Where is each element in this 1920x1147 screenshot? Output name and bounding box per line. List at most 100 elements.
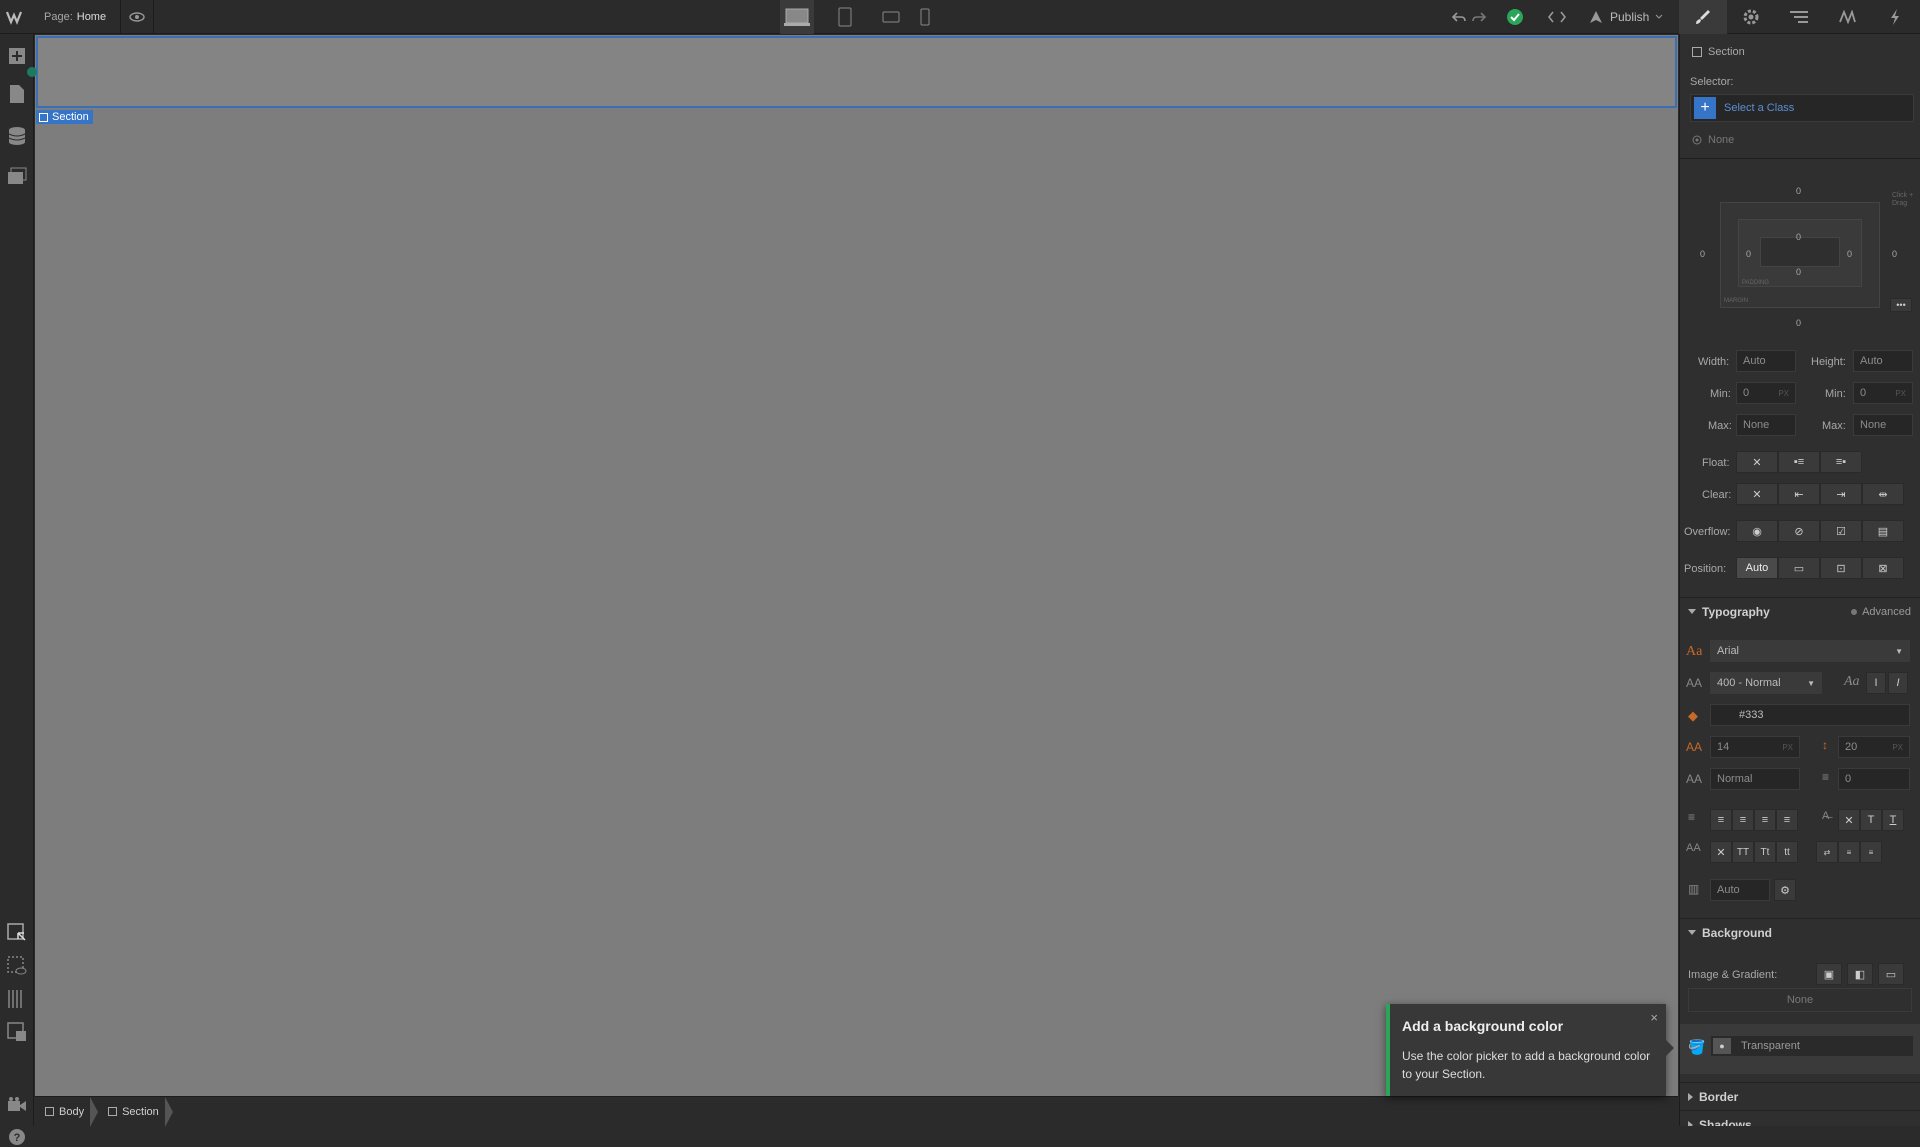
clear-left-button[interactable]: ⇤ — [1778, 483, 1820, 505]
min-height-input[interactable]: 0 PX — [1853, 382, 1913, 404]
mobile-landscape-view-icon[interactable] — [876, 0, 906, 34]
font-size-input[interactable]: 14 PX — [1710, 736, 1800, 758]
mobile-portrait-view-icon[interactable] — [912, 0, 938, 34]
min-width-input[interactable]: 0 PX — [1736, 382, 1796, 404]
clear-right-button[interactable]: ⇥ — [1820, 483, 1862, 505]
undo-icon[interactable] — [1450, 0, 1468, 34]
font-family-select[interactable]: Arial ▼ — [1710, 640, 1910, 662]
margin-bottom-value[interactable]: 0 — [1796, 318, 1801, 328]
lowercase-button[interactable]: tt — [1776, 841, 1798, 863]
width-input[interactable]: Auto — [1736, 350, 1796, 372]
position-absolute-icon[interactable]: ⊡ — [1820, 557, 1862, 579]
selected-section-element[interactable] — [36, 36, 1677, 108]
spacing-more-button[interactable]: ••• — [1890, 298, 1912, 312]
advanced-toggle[interactable]: Advanced — [1851, 606, 1911, 618]
shadows-section-header[interactable]: Shadows — [1680, 1110, 1920, 1126]
ltr-button[interactable]: ≡ — [1838, 841, 1860, 863]
align-right-button[interactable]: ≡ — [1754, 809, 1776, 831]
tablet-view-icon[interactable] — [830, 0, 860, 34]
redo-icon[interactable] — [1470, 0, 1488, 34]
interactions-bolt-icon[interactable] — [1871, 0, 1919, 34]
show-outlines-icon[interactable] — [7, 956, 27, 976]
overflow-visible-eye-icon[interactable]: ◉ — [1736, 520, 1778, 542]
underline-button[interactable]: T — [1882, 809, 1904, 831]
add-image-icon[interactable]: ▣ — [1816, 963, 1842, 985]
text-color-input[interactable]: #333 — [1710, 704, 1910, 726]
padding-left-value[interactable]: 0 — [1746, 249, 1751, 259]
font-style-normal-button[interactable]: I — [1866, 672, 1886, 694]
breadcrumb-item-body[interactable]: Body — [35, 1096, 99, 1127]
x-ray-mode-icon[interactable] — [7, 1022, 27, 1042]
overflow-auto-icon[interactable]: ▤ — [1862, 520, 1904, 542]
max-width-input[interactable]: None — [1736, 414, 1796, 436]
select-element-icon[interactable] — [7, 923, 27, 943]
transform-none-button[interactable]: ✕ — [1710, 841, 1732, 863]
padding-top-value[interactable]: 0 — [1796, 232, 1801, 242]
overflow-scroll-icon[interactable]: ☑ — [1820, 520, 1862, 542]
position-auto-button[interactable]: Auto — [1736, 557, 1778, 579]
padding-bottom-value[interactable]: 0 — [1796, 267, 1801, 277]
typography-section-header[interactable]: Typography Advanced — [1680, 597, 1920, 625]
class-selector-input[interactable]: + Select a Class — [1690, 94, 1914, 122]
line-height-input[interactable]: 20 PX — [1838, 736, 1910, 758]
background-color-input[interactable]: Transparent — [1710, 1035, 1914, 1057]
margin-left-value[interactable]: 0 — [1700, 249, 1705, 259]
element-handle[interactable] — [27, 67, 37, 77]
page-selector[interactable]: Page: Home — [44, 0, 106, 34]
columns-settings-gear-icon[interactable]: ⚙ — [1774, 879, 1796, 901]
selected-element-tag[interactable]: Section — [36, 110, 93, 124]
grid-overlay-icon[interactable] — [7, 989, 27, 1009]
pages-icon[interactable] — [7, 84, 27, 104]
color-swatch-drop-icon[interactable]: ● — [1713, 1038, 1731, 1054]
clear-none-button[interactable]: ✕ — [1736, 483, 1778, 505]
publish-button[interactable]: Publish — [1588, 0, 1663, 34]
decoration-none-button[interactable]: ✕ — [1838, 809, 1860, 831]
overflow-hidden-icon[interactable]: ⊘ — [1778, 520, 1820, 542]
add-overlay-icon[interactable]: ▭ — [1878, 963, 1904, 985]
border-section-header[interactable]: Border — [1680, 1082, 1920, 1110]
background-section-header[interactable]: Background — [1680, 918, 1920, 946]
padding-right-value[interactable]: 0 — [1847, 249, 1852, 259]
text-indent-input[interactable]: 0 — [1838, 768, 1910, 790]
float-right-button[interactable]: ≡▪ — [1820, 451, 1862, 473]
video-tutorials-icon[interactable] — [7, 1094, 27, 1114]
preview-eye-icon[interactable] — [120, 0, 154, 34]
font-style-italic-button[interactable]: I — [1888, 672, 1908, 694]
clear-both-button[interactable]: ⇹ — [1862, 483, 1904, 505]
float-none-button[interactable]: ✕ — [1736, 451, 1778, 473]
max-height-input[interactable]: None — [1853, 414, 1913, 436]
float-left-button[interactable]: ▪≡ — [1778, 451, 1820, 473]
capitalize-button[interactable]: Tt — [1754, 841, 1776, 863]
margin-top-value[interactable]: 0 — [1796, 186, 1801, 196]
code-export-icon[interactable] — [1545, 0, 1569, 34]
font-weight-select[interactable]: 400 - Normal ▼ — [1710, 672, 1822, 694]
rtl-button[interactable]: ≡ — [1860, 841, 1882, 863]
help-icon[interactable]: ? — [7, 1127, 27, 1147]
desktop-view-icon[interactable] — [780, 0, 814, 34]
position-relative-icon[interactable]: ▭ — [1778, 557, 1820, 579]
symbols-icon[interactable] — [1823, 0, 1871, 34]
align-center-button[interactable]: ≡ — [1732, 809, 1754, 831]
columns-input[interactable]: Auto — [1710, 879, 1770, 901]
uppercase-button[interactable]: TT — [1732, 841, 1754, 863]
add-gradient-icon[interactable]: ◧ — [1847, 963, 1873, 985]
state-selector[interactable]: None — [1692, 134, 1734, 146]
align-left-button[interactable]: ≡ — [1710, 809, 1732, 831]
design-canvas[interactable] — [35, 35, 1678, 1096]
align-justify-button[interactable]: ≡ — [1776, 809, 1798, 831]
position-fixed-icon[interactable]: ⊠ — [1862, 557, 1904, 579]
close-icon[interactable]: × — [1650, 1010, 1658, 1025]
margin-right-value[interactable]: 0 — [1892, 249, 1897, 259]
settings-gear-icon[interactable] — [1727, 0, 1775, 34]
height-input[interactable]: Auto — [1853, 350, 1913, 372]
assets-image-icon[interactable] — [7, 166, 27, 186]
webflow-logo[interactable] — [6, 0, 30, 34]
cms-database-icon[interactable] — [7, 126, 27, 146]
letter-spacing-input[interactable]: Normal — [1710, 768, 1800, 790]
add-panel-icon[interactable] — [7, 46, 27, 66]
strikethrough-button[interactable]: T — [1860, 809, 1882, 831]
breadcrumb-item-section[interactable]: Section — [98, 1096, 173, 1127]
style-panel-brush-icon[interactable] — [1679, 0, 1727, 34]
direction-icon[interactable]: ⇄ — [1816, 841, 1838, 863]
navigator-icon[interactable] — [1775, 0, 1823, 34]
